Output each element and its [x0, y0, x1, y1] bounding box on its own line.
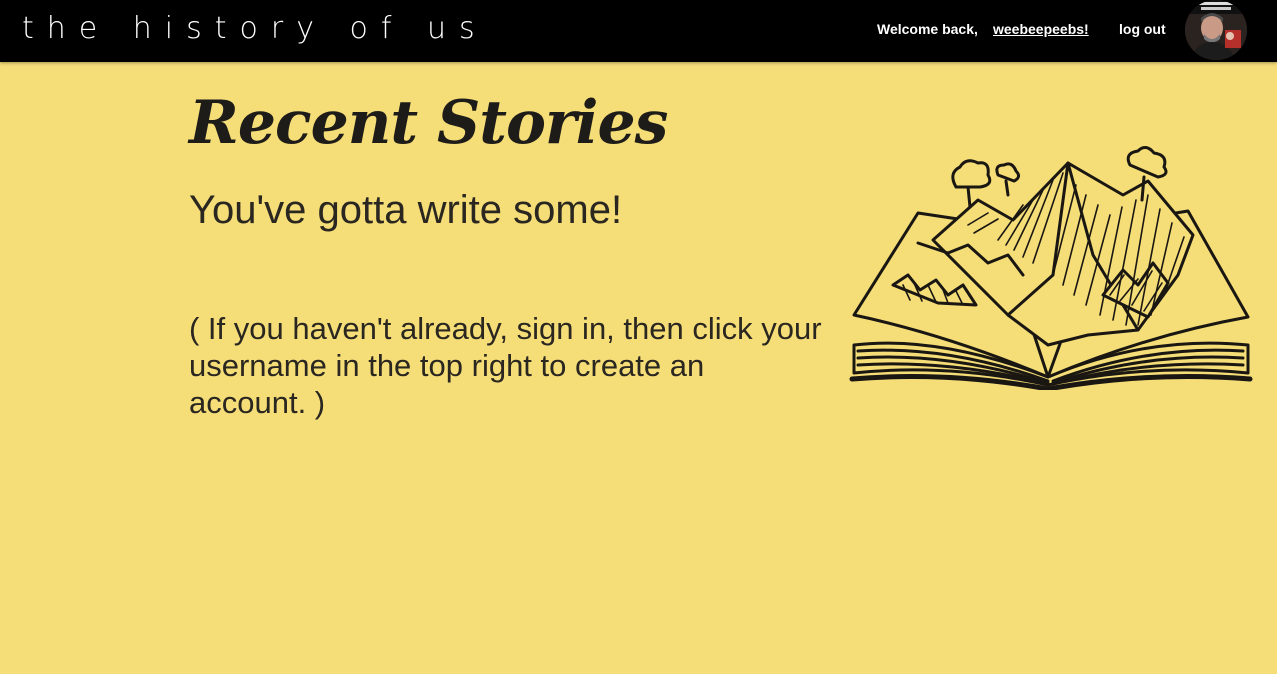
open-book-mountains-illustration-icon — [849, 146, 1253, 390]
username-link[interactable]: weebeepeebs! — [993, 21, 1089, 37]
sign-in-hint: ( If you haven't already, sign in, then … — [189, 311, 822, 420]
empty-state-message: You've gotta write some! — [189, 188, 623, 232]
user-avatar-photo-icon — [1185, 0, 1247, 60]
page-title: Recent Stories — [189, 88, 668, 158]
site-brand[interactable]: the history of us — [22, 9, 488, 49]
welcome-text: Welcome back, — [877, 21, 978, 37]
logout-link[interactable]: log out — [1119, 21, 1166, 37]
avatar[interactable] — [1185, 0, 1247, 60]
top-navigation-bar: the history of us Welcome back, weebeepe… — [0, 0, 1277, 62]
